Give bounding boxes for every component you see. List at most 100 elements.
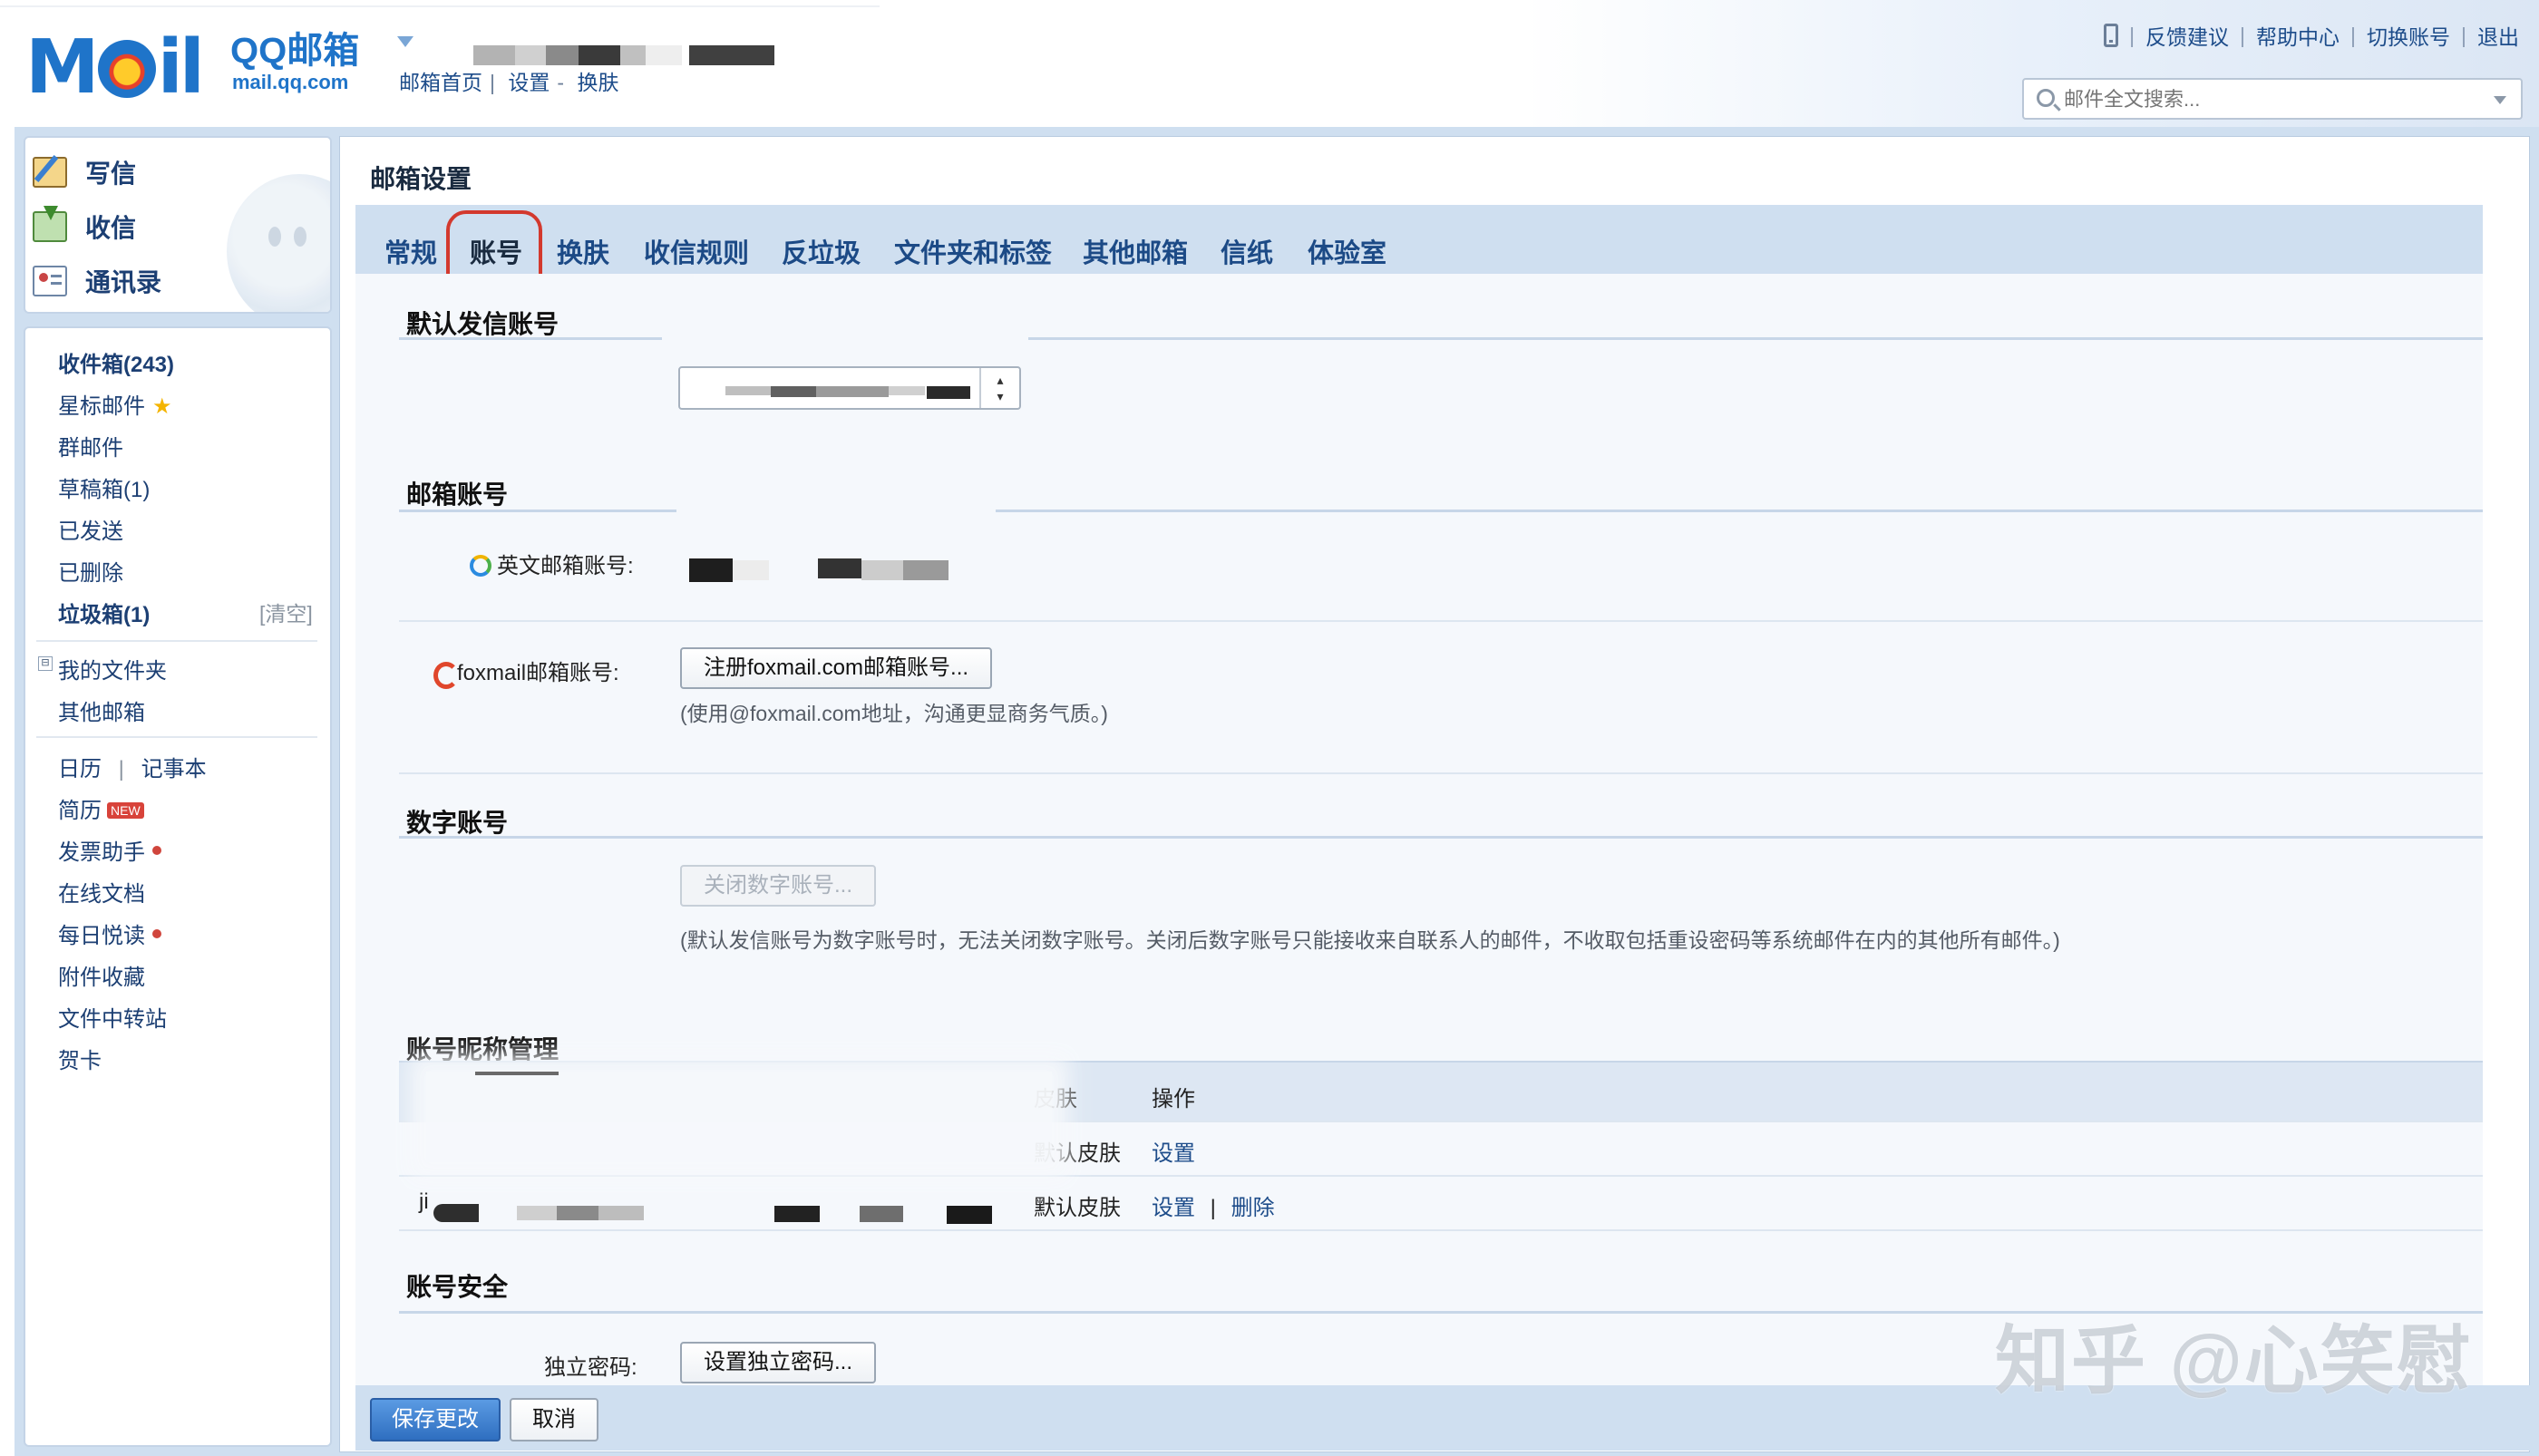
column-header-action: 操作 bbox=[1152, 1087, 1195, 1111]
feedback-link[interactable]: 反馈建议 bbox=[2145, 20, 2229, 51]
clear-spam-link[interactable]: [清空] bbox=[259, 597, 313, 627]
row2-skin: 默认皮肤 bbox=[1034, 1196, 1121, 1220]
mobile-phone-icon[interactable] bbox=[2104, 24, 2119, 47]
row2-prefix: ji bbox=[419, 1189, 429, 1214]
independent-password-label: 独立密码: bbox=[544, 1355, 637, 1380]
english-account-label: 英文邮箱账号: bbox=[470, 548, 634, 579]
app-file-transfer[interactable]: 文件中转站 bbox=[58, 1001, 167, 1033]
save-changes-button[interactable]: 保存更改 bbox=[370, 1398, 501, 1441]
top-link-separator: | bbox=[2129, 23, 2135, 47]
help-center-link[interactable]: 帮助中心 bbox=[2256, 20, 2340, 51]
app-attachment-favorites[interactable]: 附件收藏 bbox=[58, 959, 145, 991]
tab-anti-spam[interactable]: 反垃圾 bbox=[782, 232, 861, 270]
close-digital-account-button[interactable]: 关闭数字账号... bbox=[680, 865, 877, 907]
qq-mail-logo[interactable]: Mil QQ邮箱 mail.qq.com bbox=[25, 27, 413, 109]
calendar-link[interactable]: 日历 bbox=[58, 757, 102, 781]
folder-group-mail[interactable]: 群邮件 bbox=[58, 430, 123, 461]
unread-dot-icon bbox=[152, 846, 161, 855]
my-folders[interactable]: 我的文件夹 bbox=[58, 653, 167, 684]
app-daily-reading[interactable]: 每日悦读 bbox=[58, 917, 161, 949]
breadcrumb-home-link[interactable]: 邮箱首页 bbox=[399, 71, 482, 94]
calendar-notepad-row: 日历 | 记事本 bbox=[58, 751, 207, 782]
search-icon bbox=[2037, 89, 2055, 107]
switch-account-link[interactable]: 切换账号 bbox=[2367, 20, 2450, 51]
row2-delete-link[interactable]: 删除 bbox=[1231, 1196, 1275, 1220]
expand-collapse-icon[interactable]: ⊟ bbox=[38, 656, 53, 671]
table-row-divider bbox=[399, 1229, 2483, 1231]
app-greeting-cards[interactable]: 贺卡 bbox=[58, 1043, 102, 1074]
section-rule bbox=[399, 836, 2483, 839]
row2-settings-link[interactable]: 设置 bbox=[1152, 1196, 1195, 1220]
breadcrumb-separator: | bbox=[490, 71, 495, 94]
foxmail-account-label: foxmail邮箱账号: bbox=[432, 655, 619, 689]
calendar-notepad-separator: | bbox=[118, 757, 124, 781]
new-badge: NEW bbox=[107, 802, 144, 819]
redacted-nickname-area bbox=[426, 1072, 1052, 1162]
row2-actions: 设置 | 删除 bbox=[1152, 1189, 1275, 1221]
search-options-dropdown-icon[interactable] bbox=[2494, 96, 2506, 104]
row1-settings-link[interactable]: 设置 bbox=[1152, 1135, 1195, 1167]
compose-button[interactable]: 写信 bbox=[33, 154, 136, 190]
breadcrumb-settings-link[interactable]: 设置 bbox=[508, 71, 550, 94]
tab-folders-labels[interactable]: 文件夹和标签 bbox=[894, 232, 1052, 270]
folder-spam[interactable]: 垃圾箱(1) bbox=[58, 597, 150, 628]
app-daily-reading-label: 每日悦读 bbox=[58, 924, 145, 948]
logo-dropdown-icon[interactable] bbox=[397, 36, 413, 47]
folder-sent[interactable]: 已发送 bbox=[58, 513, 123, 545]
foxmail-icon bbox=[432, 660, 459, 689]
row-divider bbox=[399, 620, 2483, 622]
breadcrumb: 邮箱首页 | 设置 - 换肤 bbox=[399, 65, 626, 96]
receive-mail-button[interactable]: 收信 bbox=[33, 206, 136, 245]
row-divider bbox=[399, 772, 2483, 774]
logo-bell-icon bbox=[97, 40, 156, 98]
inbox-download-icon bbox=[33, 206, 67, 242]
compose-label: 写信 bbox=[85, 160, 137, 188]
folder-inbox[interactable]: 收件箱(243) bbox=[58, 346, 174, 378]
tab-other-mailboxes[interactable]: 其他邮箱 bbox=[1083, 232, 1188, 270]
section-default-sender-title: 默认发信账号 bbox=[406, 310, 559, 338]
logout-link[interactable]: 退出 bbox=[2477, 20, 2519, 51]
section-mailbox-account-title: 邮箱账号 bbox=[406, 480, 509, 509]
cancel-button[interactable]: 取消 bbox=[510, 1398, 598, 1441]
folder-starred-label: 星标邮件 bbox=[58, 394, 145, 419]
select-updown-arrows-icon: ▴ ▾ bbox=[979, 368, 1019, 408]
section-rule bbox=[399, 510, 676, 512]
section-rule bbox=[1028, 337, 2483, 340]
folder-deleted[interactable]: 已删除 bbox=[58, 555, 123, 587]
app-invoice-label: 发票助手 bbox=[58, 840, 145, 865]
tab-receive-rules[interactable]: 收信规则 bbox=[644, 232, 749, 270]
folder-drafts[interactable]: 草稿箱(1) bbox=[58, 471, 150, 503]
breadcrumb-separator: - bbox=[557, 71, 565, 94]
section-rule bbox=[996, 510, 2483, 512]
top-link-separator: | bbox=[2461, 23, 2466, 47]
section-digital-account-title: 数字账号 bbox=[406, 809, 509, 837]
section-rule bbox=[399, 337, 662, 340]
app-resume-label: 简历 bbox=[58, 799, 102, 823]
logo-brand-name: QQ邮箱 bbox=[230, 31, 360, 71]
section-security-title: 账号安全 bbox=[406, 1273, 509, 1301]
table-row-divider bbox=[399, 1175, 2483, 1177]
tab-stationery[interactable]: 信纸 bbox=[1221, 232, 1273, 270]
breadcrumb-skin-link[interactable]: 换肤 bbox=[577, 71, 618, 94]
other-mailboxes[interactable]: 其他邮箱 bbox=[58, 694, 145, 726]
redacted-english-account bbox=[689, 558, 948, 582]
register-foxmail-button[interactable]: 注册foxmail.com邮箱账号... bbox=[680, 647, 993, 689]
sidebar-divider bbox=[36, 640, 317, 642]
mail-search-input[interactable] bbox=[2064, 87, 2472, 112]
app-invoice-assistant[interactable]: 发票助手 bbox=[58, 834, 161, 866]
mail-search-box[interactable] bbox=[2022, 78, 2523, 120]
zhihu-watermark: 知乎 @心笑慰 bbox=[1995, 1320, 2473, 1403]
tab-skin[interactable]: 换肤 bbox=[557, 232, 609, 270]
tab-general[interactable]: 常规 bbox=[384, 232, 437, 270]
default-sender-select[interactable]: ▴ ▾ bbox=[678, 366, 1021, 410]
app-online-docs[interactable]: 在线文档 bbox=[58, 876, 145, 908]
logo-domain: mail.qq.com bbox=[232, 71, 349, 93]
sidebar-divider bbox=[36, 736, 317, 738]
tab-lab[interactable]: 体验室 bbox=[1308, 232, 1386, 270]
folder-starred[interactable]: 星标邮件 ★ bbox=[58, 388, 172, 420]
contacts-button[interactable]: 通讯录 bbox=[33, 263, 161, 299]
app-resume[interactable]: 简历 NEW bbox=[58, 792, 144, 824]
notepad-link[interactable]: 记事本 bbox=[141, 757, 207, 781]
set-independent-password-button[interactable]: 设置独立密码... bbox=[680, 1342, 877, 1383]
contacts-icon bbox=[33, 266, 67, 296]
